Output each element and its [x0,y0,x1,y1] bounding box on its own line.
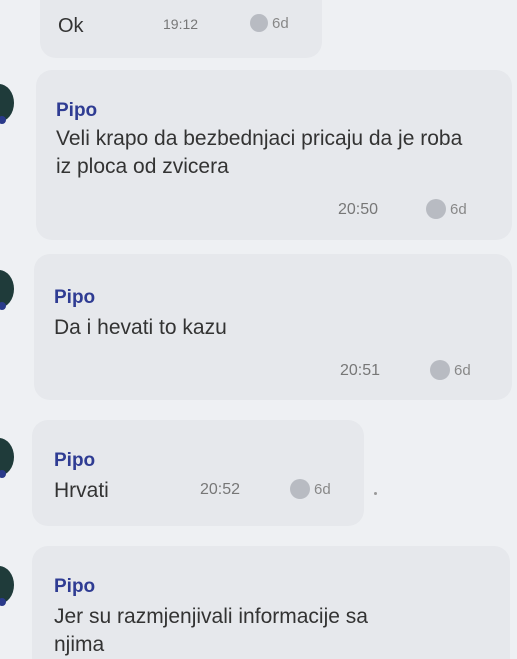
read-receipt-icon [250,14,268,32]
message-status: 6d [290,479,331,499]
message-sender: Pipo [56,100,98,121]
message-time: 20:52 [200,481,241,498]
message-bubble[interactable]: Pipo Jer su razmjenjivali informacije sa… [32,546,510,659]
message-time: 19:12 [163,16,199,32]
message-time: 20:51 [340,362,381,379]
message-age: 6d [454,361,471,379]
message-sender: Pipo [54,450,96,471]
message-bubble[interactable]: Pipo Da i hevati to kazu 20:51 6d [34,254,512,400]
message-time: 20:50 [338,201,379,218]
avatar[interactable] [0,84,14,124]
message-sender: Pipo [54,576,96,597]
read-receipt-icon [290,479,310,499]
avatar[interactable] [0,438,14,478]
read-receipt-icon [430,360,450,380]
chat-thread[interactable]: Ok 19:12 6d Pipo Veli krapo da bezbednja… [0,0,517,659]
separator-dot [374,492,377,495]
message-status: 6d [250,14,289,32]
message-bubble[interactable]: Ok 19:12 6d [40,0,322,58]
message-age: 6d [272,14,289,32]
avatar[interactable] [0,566,14,606]
read-receipt-icon [426,199,446,219]
message-bubble[interactable]: Pipo Hrvati 20:52 6d [32,420,364,526]
message-bubble[interactable]: Pipo Veli krapo da bezbednjaci pricaju d… [36,70,512,240]
avatar[interactable] [0,270,14,310]
message-age: 6d [450,200,467,218]
message-age: 6d [314,480,331,498]
message-text: Da i hevati to kazu [54,316,227,339]
message-text: Hrvati [54,479,109,502]
message-text: Jer su razmjenjivali informacije sa njim… [54,605,368,656]
message-status: 6d [430,360,471,380]
message-status: 6d [426,199,467,219]
message-text: Ok [58,15,84,37]
message-sender: Pipo [54,287,96,308]
message-text: Veli krapo da bezbednjaci pricaju da je … [56,127,463,178]
